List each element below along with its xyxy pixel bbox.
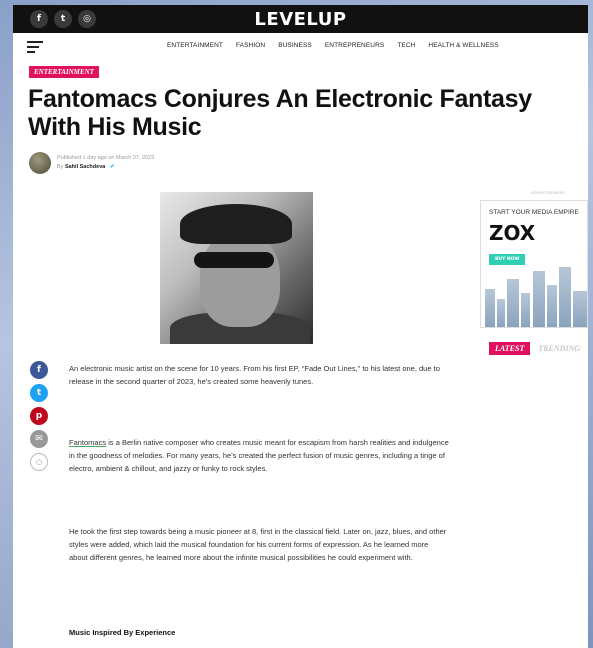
tab-latest[interactable]: LATEST (489, 342, 531, 355)
article-title: Fantomacs Conjures An Electronic Fantasy… (28, 85, 532, 141)
facebook-share-icon[interactable]: f (30, 361, 48, 379)
twitter-share-icon[interactable]: t (30, 384, 48, 402)
nav-row: ENTERTAINMENT FASHION BUSINESS ENTREPREN… (13, 33, 588, 59)
share-bar: f t p ✉ ○ (30, 361, 48, 471)
nav-item-tech[interactable]: TECH (397, 42, 415, 49)
fantomacs-link[interactable]: Fantomacs (69, 438, 106, 447)
pinterest-share-icon[interactable]: p (30, 407, 48, 425)
article-paragraph-3: He took the first step towards being a m… (69, 527, 447, 562)
ad-cta-button[interactable]: BUY NOW (489, 254, 526, 265)
category-badge[interactable]: ENTERTAINMENT (29, 66, 99, 78)
nav-item-entertainment[interactable]: ENTERTAINMENT (167, 42, 223, 49)
nav-item-business[interactable]: BUSINESS (278, 42, 312, 49)
byline: Published 1 day ago on March 27, 2023 By… (29, 152, 154, 174)
ad-brand: ZOX (489, 221, 536, 245)
page: f t ◎ LEVELUP ENTERTAINMENT FASHION BUSI… (13, 5, 588, 648)
article-paragraph-1: An electronic music artist on the scene … (69, 364, 440, 386)
tab-trending[interactable]: TRENDING (538, 344, 580, 353)
sidebar-tabs: LATEST TRENDING (489, 342, 580, 355)
nav-item-fashion[interactable]: FASHION (236, 42, 265, 49)
menu-icon[interactable] (27, 41, 43, 56)
article-photo (160, 192, 313, 344)
nav-item-health-wellness[interactable]: HEALTH & WELLNESS (428, 42, 498, 49)
publish-date: Published 1 day ago on March 27, 2023 (57, 155, 155, 161)
ad-headline: START YOUR MEDIA EMPIRE (489, 209, 579, 216)
ad-skyline-image (481, 267, 587, 327)
author-avatar[interactable] (29, 152, 51, 174)
by-label: By (57, 164, 64, 170)
section-heading: Music Inspired By Experience (69, 628, 176, 637)
site-logo[interactable]: LEVELUP (13, 9, 588, 30)
comment-share-icon[interactable]: ○ (30, 453, 48, 471)
ad-label: ADVERTISEMENT (531, 190, 565, 195)
nav-item-entrepreneurs[interactable]: ENTREPRENEURS (325, 42, 384, 49)
twitter-icon[interactable]: ✔ (110, 164, 115, 170)
email-share-icon[interactable]: ✉ (30, 430, 48, 448)
top-bar: f t ◎ LEVELUP (13, 5, 588, 33)
article-paragraph-2: Fantomacs is a Berlin native composer wh… (69, 438, 449, 473)
sidebar-ad[interactable]: START YOUR MEDIA EMPIRE ZOX BUY NOW (480, 200, 588, 328)
author-name[interactable]: Sahil Sachdeva (65, 164, 105, 170)
main-nav: ENTERTAINMENT FASHION BUSINESS ENTREPREN… (167, 42, 499, 49)
